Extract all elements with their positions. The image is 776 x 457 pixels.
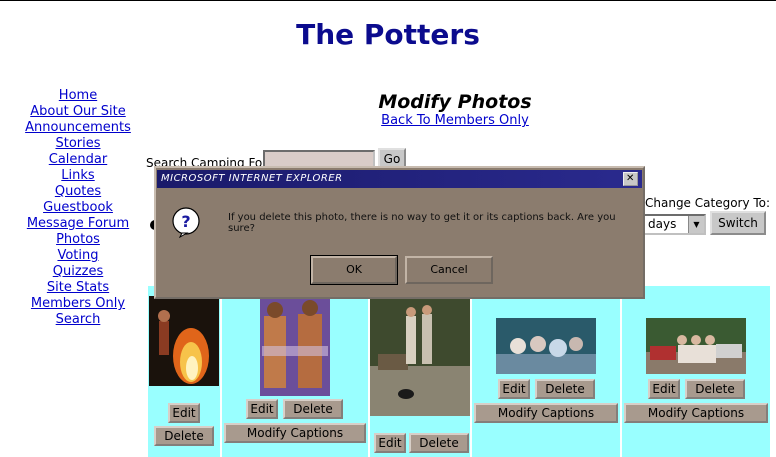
modify-captions-button[interactable]: Modify Captions [474,403,618,423]
dialog-title: MICROSOFT INTERNET EXPLORER [161,173,343,184]
photo-group-cars[interactable] [646,318,746,374]
confirm-dialog: MICROSOFT INTERNET EXPLORER ✕ ? If you d… [154,166,645,299]
photo-cell: Edit Delete Modify Captions [622,286,770,457]
photo-cell: Edit Delete Modify Captions [222,286,368,457]
nav-search-link[interactable]: Search [22,312,134,328]
photo-group-table[interactable] [496,318,596,374]
nav-home-link[interactable]: Home [22,88,134,104]
cancel-button[interactable]: Cancel [405,256,493,284]
photo-campfire[interactable] [149,296,219,386]
photo-cell: Edit Delete [370,286,470,457]
ok-button[interactable]: OK [310,255,398,285]
nav-photos-link[interactable]: Photos [22,232,134,248]
edit-button[interactable]: Edit [648,379,680,399]
category-selected-value: days [648,217,677,231]
photo-costumes[interactable] [260,296,330,396]
dialog-title-bar[interactable]: MICROSOFT INTERNET EXPLORER ✕ [157,170,642,188]
delete-button[interactable]: Delete [535,379,595,399]
edit-button[interactable]: Edit [168,403,200,423]
delete-button[interactable]: Delete [154,426,214,446]
chevron-down-icon[interactable]: ▼ [688,216,704,233]
top-border [0,0,776,1]
dialog-message: If you delete this photo, there is no wa… [228,212,616,234]
category-select[interactable]: days ▼ [640,214,706,235]
delete-button[interactable]: Delete [685,379,745,399]
question-icon: ? [172,207,200,238]
nav-stories-link[interactable]: Stories [22,136,134,152]
photo-cell: Edit Delete [148,286,220,457]
edit-button[interactable]: Edit [498,379,530,399]
photo-gallery: Edit Delete Edit Delete Modify Captions … [148,286,770,457]
nav-members-only-link[interactable]: Members Only [22,296,134,312]
nav-guestbook-link[interactable]: Guestbook [22,200,134,216]
edit-button[interactable]: Edit [374,433,406,453]
nav-about-link[interactable]: About Our Site [22,104,134,120]
edit-button[interactable]: Edit [246,399,278,419]
photo-cell: Edit Delete Modify Captions [472,286,620,457]
nav-quotes-link[interactable]: Quotes [22,184,134,200]
change-category-label: Change Category To: [645,196,771,210]
back-to-members-link[interactable]: Back To Members Only [330,113,580,128]
sidebar-nav: Home About Our Site Announcements Storie… [22,88,134,328]
nav-calendar-link[interactable]: Calendar [22,152,134,168]
nav-quizzes-link[interactable]: Quizzes [22,264,134,280]
modify-captions-button[interactable]: Modify Captions [224,423,366,443]
nav-links-link[interactable]: Links [22,168,134,184]
nav-announcements-link[interactable]: Announcements [22,120,134,136]
modify-captions-button[interactable]: Modify Captions [624,403,768,423]
nav-site-stats-link[interactable]: Site Stats [22,280,134,296]
nav-voting-link[interactable]: Voting [22,248,134,264]
switch-button[interactable]: Switch [710,211,766,235]
page-heading: Modify Photos [378,91,532,113]
delete-button[interactable]: Delete [409,433,469,453]
photo-forest-hikers[interactable] [370,296,470,416]
nav-forum-link[interactable]: Message Forum [22,216,134,232]
close-icon[interactable]: ✕ [623,172,638,186]
svg-text:?: ? [181,212,190,231]
delete-button[interactable]: Delete [283,399,343,419]
site-title: The Potters [296,18,480,51]
